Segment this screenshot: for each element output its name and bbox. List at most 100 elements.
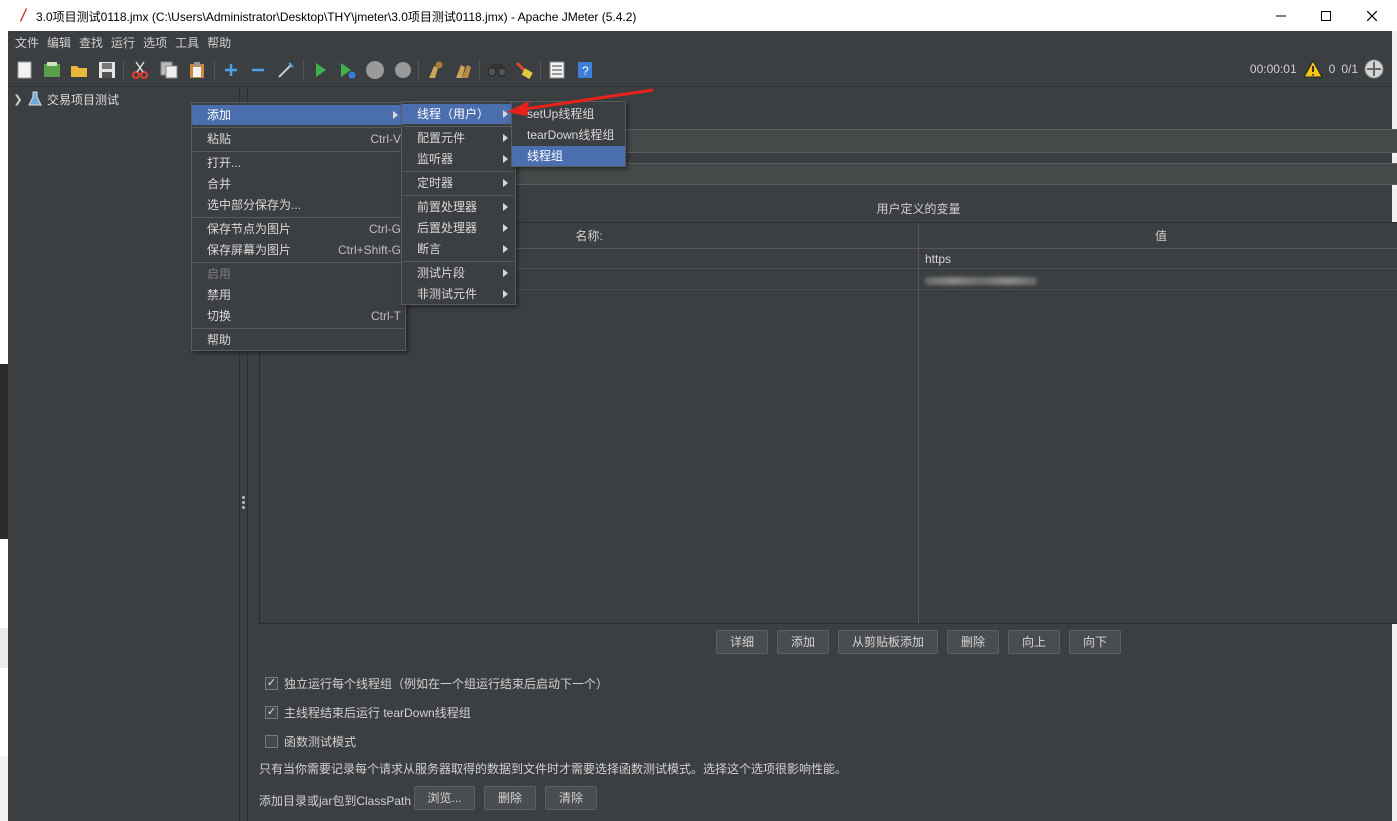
reset-search-button[interactable] xyxy=(513,59,535,81)
menu-item-non-test-element[interactable]: 非测试元件 xyxy=(402,284,515,304)
function-helper-button[interactable] xyxy=(546,59,568,81)
menu-item-thread-group[interactable]: 线程组 xyxy=(512,146,625,166)
classpath-clear-button[interactable]: 清除 xyxy=(545,786,597,810)
menu-item-label: 后置处理器 xyxy=(417,221,478,235)
menu-item-save-screen-image[interactable]: 保存屏幕为图片 Ctrl+Shift-G xyxy=(192,240,405,260)
menu-search[interactable]: 查找 xyxy=(75,34,107,51)
menu-item-open[interactable]: 打开... xyxy=(192,153,405,173)
checkbox-unchecked[interactable] xyxy=(265,735,278,748)
menu-item-test-fragment[interactable]: 测试片段 xyxy=(402,263,515,283)
toolbar: ? 00:00:01 0 0/1 xyxy=(8,53,1392,87)
menu-item-label: tearDown线程组 xyxy=(527,128,615,142)
cut-button[interactable] xyxy=(129,59,151,81)
menu-run[interactable]: 运行 xyxy=(107,34,139,51)
shortcut-label: Ctrl+Shift-G xyxy=(337,243,401,257)
menu-item-paste[interactable]: 粘贴 Ctrl-V xyxy=(192,129,405,149)
menu-item-label: 合并 xyxy=(207,177,232,191)
menu-bar: 文件 编辑 查找 运行 选项 工具 帮助 xyxy=(8,31,1392,53)
functional-mode-option[interactable]: 函数测试模式 xyxy=(265,733,356,750)
new-file-icon xyxy=(17,61,32,79)
menu-file[interactable]: 文件 xyxy=(11,34,43,51)
shutdown-button[interactable] xyxy=(392,59,414,81)
play-icon xyxy=(316,63,326,77)
move-up-button[interactable]: 向上 xyxy=(1008,630,1060,654)
flask-icon xyxy=(28,91,42,106)
menu-item-post-processor[interactable]: 后置处理器 xyxy=(402,218,515,238)
scissors-icon xyxy=(132,61,148,79)
menu-item-save-node-image[interactable]: 保存节点为图片 Ctrl-G xyxy=(192,219,405,239)
menu-item-merge[interactable]: 合并 xyxy=(192,174,405,194)
binoculars-icon xyxy=(487,64,507,77)
menu-item-label: 禁用 xyxy=(207,288,232,302)
shortcut-label: Ctrl-V xyxy=(370,132,401,146)
submenu-arrow-icon xyxy=(503,155,508,163)
move-down-button[interactable]: 向下 xyxy=(1069,630,1121,654)
menu-item-disable[interactable]: 禁用 xyxy=(192,285,405,305)
save-icon xyxy=(99,62,115,78)
collapse-all-button[interactable] xyxy=(247,59,269,81)
menu-item-threads[interactable]: 线程（用户） xyxy=(402,104,515,124)
menu-options[interactable]: 选项 xyxy=(139,34,171,51)
minimize-icon xyxy=(1276,15,1286,16)
new-button[interactable] xyxy=(14,59,36,81)
templates-button[interactable] xyxy=(41,59,63,81)
stop-button[interactable] xyxy=(364,59,386,81)
play-no-pause-icon xyxy=(341,63,356,79)
chevron-right-icon[interactable]: ❯ xyxy=(11,93,25,106)
menu-item-add[interactable]: 添加 xyxy=(192,105,405,125)
menu-tools[interactable]: 工具 xyxy=(171,34,203,51)
save-button[interactable] xyxy=(96,59,118,81)
start-no-pauses-button[interactable] xyxy=(336,59,358,81)
menu-item-pre-processor[interactable]: 前置处理器 xyxy=(402,197,515,217)
menu-item-listener[interactable]: 监听器 xyxy=(402,149,515,169)
classpath-delete-button[interactable]: 删除 xyxy=(484,786,536,810)
close-button[interactable] xyxy=(1349,0,1395,31)
menu-item-label: 定时器 xyxy=(417,176,454,190)
menu-item-assertion[interactable]: 断言 xyxy=(402,239,515,259)
option-label: 函数测试模式 xyxy=(284,735,357,749)
functional-mode-note: 只有当你需要记录每个请求从服务器取得的数据到文件时才需要选择函数测试模式。选择这… xyxy=(259,762,848,776)
warning-icon[interactable] xyxy=(1302,60,1323,78)
shutdown-icon xyxy=(395,62,411,78)
add-from-clipboard-button[interactable]: 从剪贴板添加 xyxy=(838,630,938,654)
open-button[interactable] xyxy=(68,59,90,81)
menu-item-timer[interactable]: 定时器 xyxy=(402,173,515,193)
maximize-button[interactable] xyxy=(1303,0,1349,31)
menu-item-label: 启用 xyxy=(207,267,232,281)
detail-button[interactable]: 详细 xyxy=(716,630,768,654)
menu-item-label: 保存屏幕为图片 xyxy=(207,243,292,257)
menu-item-config-element[interactable]: 配置元件 xyxy=(402,128,515,148)
menu-item-label: 粘贴 xyxy=(207,132,232,146)
table-cell-value-redacted[interactable] xyxy=(919,270,1397,290)
menu-item-help[interactable]: 帮助 xyxy=(192,330,405,350)
submenu-arrow-icon xyxy=(503,245,508,253)
clear-all-button[interactable] xyxy=(452,59,474,81)
browse-button[interactable]: 浏览... xyxy=(414,786,475,810)
table-cell-value[interactable]: https xyxy=(919,249,1397,269)
start-button[interactable] xyxy=(309,59,331,81)
menu-item-label: 打开... xyxy=(207,156,242,170)
expand-all-button[interactable] xyxy=(220,59,242,81)
submenu-arrow-icon xyxy=(503,224,508,232)
remote-engine-icon[interactable] xyxy=(1364,59,1384,79)
checkbox-checked[interactable]: ✓ xyxy=(265,706,278,719)
run-consecutively-option[interactable]: ✓ 独立运行每个线程组（例如在一个组运行结束后启动下一个） xyxy=(265,675,608,692)
delete-variable-button[interactable]: 删除 xyxy=(947,630,999,654)
menu-edit[interactable]: 编辑 xyxy=(43,34,75,51)
paste-button[interactable] xyxy=(186,59,208,81)
menu-item-toggle[interactable]: 切换 Ctrl-T xyxy=(192,306,405,326)
menu-item-teardown-thread-group[interactable]: tearDown线程组 xyxy=(512,125,625,145)
copy-button[interactable] xyxy=(158,59,180,81)
search-button[interactable] xyxy=(486,59,508,81)
minimize-button[interactable] xyxy=(1258,0,1304,31)
column-header-value[interactable]: 值 xyxy=(919,223,1397,249)
run-teardown-option[interactable]: ✓ 主线程结束后运行 tearDown线程组 xyxy=(265,704,471,721)
help-button[interactable]: ? xyxy=(574,59,596,81)
menu-item-save-selection[interactable]: 选中部分保存为... xyxy=(192,195,405,215)
minus-icon xyxy=(252,68,264,72)
menu-help[interactable]: 帮助 xyxy=(203,34,235,51)
checkbox-checked[interactable]: ✓ xyxy=(265,677,278,690)
clear-button[interactable] xyxy=(424,59,446,81)
add-variable-button[interactable]: 添加 xyxy=(777,630,829,654)
toggle-button[interactable] xyxy=(275,59,297,81)
